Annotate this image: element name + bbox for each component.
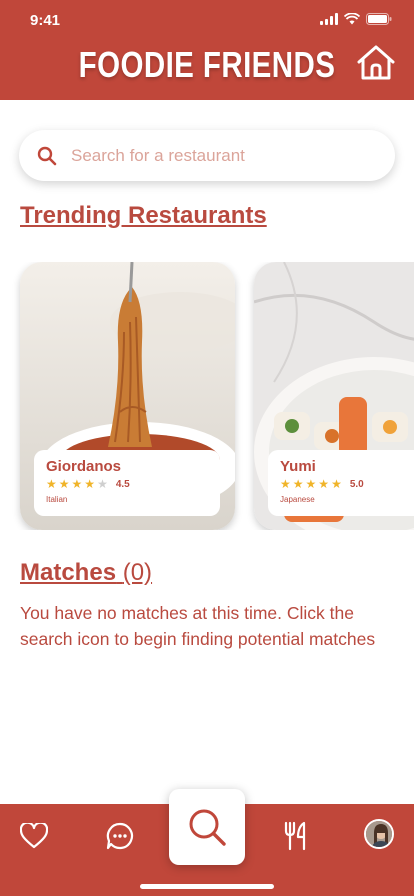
star-icon: ★ <box>84 477 96 491</box>
star-half-icon: ★ <box>97 477 108 491</box>
profile-avatar[interactable] <box>364 819 394 849</box>
search-icon <box>189 809 226 846</box>
home-button[interactable] <box>356 44 396 82</box>
trending-restaurants-heading[interactable]: Trending Restaurants <box>20 202 267 230</box>
tab-messages[interactable] <box>102 818 138 854</box>
trending-carousel[interactable]: Giordanos ★ ★ ★ ★ ★ 4.5 Italian Yumi ★ ★… <box>0 262 414 530</box>
home-icon <box>357 45 395 80</box>
wifi-icon <box>344 13 360 25</box>
restaurant-card-info: Yumi ★ ★ ★ ★ ★ 5.0 Japanese <box>268 450 414 516</box>
cuisine-label: Italian <box>46 495 68 504</box>
matches-count: (0) <box>122 559 153 586</box>
restaurant-card[interactable]: Yumi ★ ★ ★ ★ ★ 5.0 Japanese <box>254 262 414 530</box>
search-icon <box>37 146 57 166</box>
status-icons <box>320 13 392 25</box>
fork-knife-icon <box>284 821 306 851</box>
star-icon: ★ <box>58 477 70 491</box>
matches-empty-message: You have no matches at this time. Click … <box>20 603 376 649</box>
rating-value: 5.0 <box>349 478 364 490</box>
app-title: FOODIE FRIENDS <box>78 44 336 85</box>
chat-bubble-icon <box>106 822 134 850</box>
tab-favorites[interactable] <box>16 818 52 854</box>
status-time: 9:41 <box>30 12 61 29</box>
matches-title: Matches <box>20 559 117 586</box>
search-input[interactable] <box>71 130 381 181</box>
restaurant-name: Giordanos <box>46 458 122 475</box>
home-indicator <box>140 884 274 889</box>
restaurant-search-bar[interactable] <box>19 130 395 181</box>
cuisine-label: Japanese <box>280 495 315 504</box>
tab-search[interactable] <box>169 789 245 865</box>
user-avatar-photo <box>366 821 392 847</box>
star-icon: ★ <box>292 477 304 491</box>
restaurant-name: Yumi <box>280 458 316 475</box>
star-icon: ★ <box>46 477 57 491</box>
star-icon: ★ <box>331 477 342 491</box>
star-icon: ★ <box>318 477 330 491</box>
restaurant-card[interactable]: Giordanos ★ ★ ★ ★ ★ 4.5 Italian <box>20 262 235 530</box>
status-bar: 9:41 <box>0 0 414 40</box>
app-header: 9:41 FOODIE FRIENDS <box>0 0 414 100</box>
restaurant-card-info: Giordanos ★ ★ ★ ★ ★ 4.5 Italian <box>34 450 220 516</box>
tab-restaurants[interactable] <box>278 818 314 854</box>
matches-heading[interactable]: Matches (0) <box>20 559 152 587</box>
battery-icon <box>366 13 392 25</box>
cellular-signal-icon <box>320 13 338 25</box>
heart-icon <box>20 823 48 849</box>
star-icon: ★ <box>71 477 83 491</box>
star-icon: ★ <box>280 477 291 491</box>
rating-row: ★ ★ ★ ★ ★ 4.5 <box>46 478 208 490</box>
rating-row: ★ ★ ★ ★ ★ 5.0 <box>280 478 414 490</box>
star-icon: ★ <box>305 477 317 491</box>
bottom-tab-bar <box>0 789 414 896</box>
rating-value: 4.5 <box>115 478 130 490</box>
